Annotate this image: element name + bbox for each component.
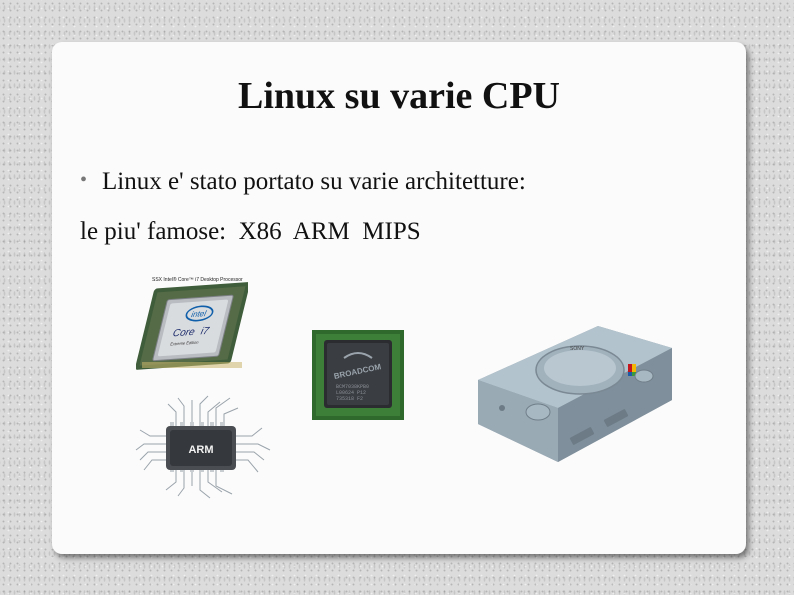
arm-chip-image: ARM	[130, 390, 278, 502]
slide: Linux su varie CPU • Linux e' stato porta…	[52, 42, 746, 554]
bullet-text: Linux e' stato portato su varie architet…	[102, 168, 526, 195]
intel-cpu-image: SSX Intel® Core™ i7 Desktop Processor in…	[136, 272, 248, 374]
slide-title: Linux su varie CPU	[238, 75, 560, 117]
broadcom-chip-image: BROADCOM BCM7038KPB0 L00624 P12 735318 F…	[310, 328, 406, 422]
arm-chip-label: ARM	[188, 444, 213, 456]
intel-brand-label: intel	[190, 309, 207, 319]
playstation-brand-label: SONY	[570, 346, 585, 352]
architectures-line: le piu' famose: X86 ARM MIPS	[80, 218, 421, 245]
intel-model-label: Core	[172, 327, 197, 339]
playstation-logo-icon	[628, 364, 636, 376]
playstation-console-image: SONY	[472, 322, 676, 466]
bullet-item: • Linux e' stato portato su varie archite…	[80, 168, 526, 196]
intel-box-header: SSX Intel® Core™ i7 Desktop Processor	[152, 276, 243, 283]
broadcom-line3: 735318 F2	[336, 396, 363, 402]
bullet-dot-icon: •	[80, 169, 88, 191]
